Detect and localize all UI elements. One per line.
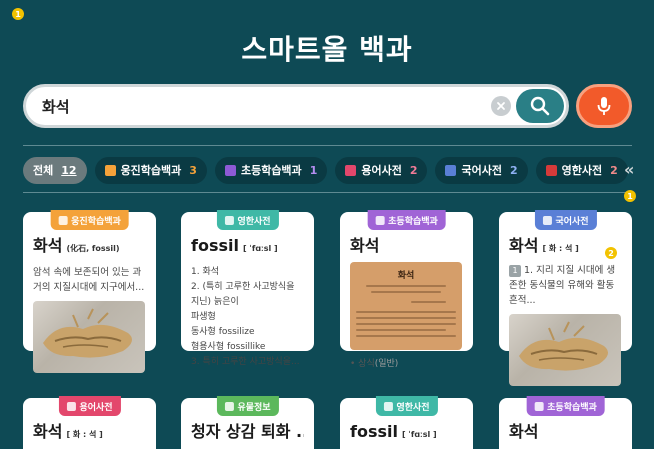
notification-badge: 2: [605, 247, 617, 259]
search-button[interactable]: [516, 89, 564, 123]
filter-chip-eng-kor-dict[interactable]: 영한사전 2: [535, 156, 628, 184]
result-card[interactable]: 초등학습백과 화석: [499, 396, 632, 449]
result-card[interactable]: 영한사전 fossil[ ˈfɑːsl ] 1. 화석 2. (특히 고루한 사…: [181, 210, 314, 367]
filter-count: 12: [61, 163, 77, 177]
filter-label: 웅진학습백과: [120, 164, 182, 177]
artifact-icon: [224, 401, 234, 411]
card-category-tag: 웅진학습백과: [50, 210, 129, 230]
card-category-tag: 영한사전: [375, 396, 438, 416]
book-icon: [224, 164, 236, 176]
dictionary-icon: [545, 164, 557, 176]
card-summary: 암석 속에 보존되어 있는 과거의 지질시대에 지구에서...: [33, 267, 145, 293]
card-title: 화석: [509, 422, 539, 441]
layers-icon: [66, 401, 76, 411]
result-card[interactable]: 용어사전 화석[ 화 : 석 ]: [23, 396, 156, 449]
graduation-cap-icon: [58, 215, 68, 225]
card-category-tag: 초등학습백과: [526, 396, 605, 416]
chevron-left-double-icon[interactable]: «: [624, 160, 634, 179]
filter-count: 3: [189, 163, 197, 177]
graduation-cap-icon: [104, 164, 116, 176]
card-category-tag: 유물정보: [216, 396, 279, 416]
book-icon: [534, 401, 544, 411]
card-title: 화석[ 화 : 석 ]: [33, 422, 103, 441]
fossil-image: [33, 301, 145, 373]
dictionary-icon: [383, 401, 393, 411]
search-bar: [23, 84, 569, 128]
card-title: 청자 상감 퇴화 ...: [191, 422, 304, 441]
filter-label: 영한사전: [561, 164, 603, 177]
filter-count: 2: [409, 163, 418, 177]
filter-chip-glossary[interactable]: 용어사전 2: [335, 156, 428, 184]
layers-icon: [345, 164, 357, 176]
result-card[interactable]: 유물정보 청자 상감 퇴화 ...: [181, 396, 314, 449]
result-card[interactable]: 웅진학습백과 화석 (化石, fossil) 암석 속에 보존되어 있는 과거의 …: [23, 210, 156, 373]
filter-label: 용어사전: [361, 164, 402, 177]
dictionary-icon: [224, 215, 234, 225]
filter-label: 국어사전: [461, 164, 502, 177]
filter-label: 전체: [33, 164, 54, 177]
app-title: 스마트올 백과: [241, 33, 413, 66]
card-category-tag: 용어사전: [58, 396, 121, 416]
voice-search-button[interactable]: [576, 84, 632, 128]
card-title: fossil[ ˈfɑːsl ]: [191, 236, 278, 255]
book-icon: [375, 215, 385, 225]
card-category-tag: 초등학습백과: [367, 210, 446, 230]
filter-label: 초등학습백과: [240, 164, 302, 177]
card-caption: • 상식(일반): [350, 359, 399, 369]
close-icon: [497, 102, 505, 110]
filter-chip-woongjin[interactable]: 웅진학습백과 3: [94, 156, 207, 184]
card-category-tag: 국어사전: [534, 210, 597, 230]
filter-count: 1: [309, 163, 318, 177]
filter-count: 2: [610, 163, 618, 177]
card-title: fossil[ ˈfɑːsl ]: [350, 422, 437, 441]
filter-chip-all[interactable]: 전체 12: [23, 156, 87, 184]
search-icon: [530, 96, 550, 116]
card-definitions: 1. 화석 2. (특히 고루한 사고방식을 지닌) 늙은이 파생형 동사형 f…: [191, 267, 300, 367]
fossil-image: [509, 314, 621, 386]
document-thumbnail: 화석: [350, 262, 462, 350]
dictionary-icon: [542, 215, 552, 225]
notification-badge: 1: [12, 8, 24, 20]
microphone-icon: [597, 97, 611, 115]
filter-chip-elementary[interactable]: 초등학습백과 1: [214, 156, 328, 184]
card-title: 화석: [350, 236, 380, 255]
result-card[interactable]: 영한사전 fossil[ ˈfɑːsl ]: [340, 396, 473, 449]
divider: [23, 145, 632, 146]
card-summary: 1 1. 지리 지질 시대에 생존한 동식물의 유해와 활동 흔적...: [509, 264, 616, 306]
filter-chip-korean-dict[interactable]: 국어사전 2: [435, 156, 528, 184]
search-input[interactable]: [42, 97, 442, 115]
result-card[interactable]: 국어사전 2 화석[ 화 : 석 ] 1 1. 지리 지질 시대에 생존한 동식물…: [499, 210, 632, 386]
divider: [23, 192, 632, 193]
card-title: 화석 (化石, fossil): [33, 236, 120, 255]
result-card[interactable]: 초등학습백과 화석 화석 • 상식(일반): [340, 210, 473, 369]
category-filter-bar: 전체 12 웅진학습백과 3 초등학습백과 1 용어사전 2 국어사전 2 영한…: [23, 156, 654, 184]
clear-search-button[interactable]: [491, 96, 511, 116]
dictionary-icon: [445, 164, 457, 176]
filter-count: 2: [509, 163, 518, 177]
notification-badge: 1: [624, 190, 636, 202]
card-category-tag: 영한사전: [216, 210, 279, 230]
